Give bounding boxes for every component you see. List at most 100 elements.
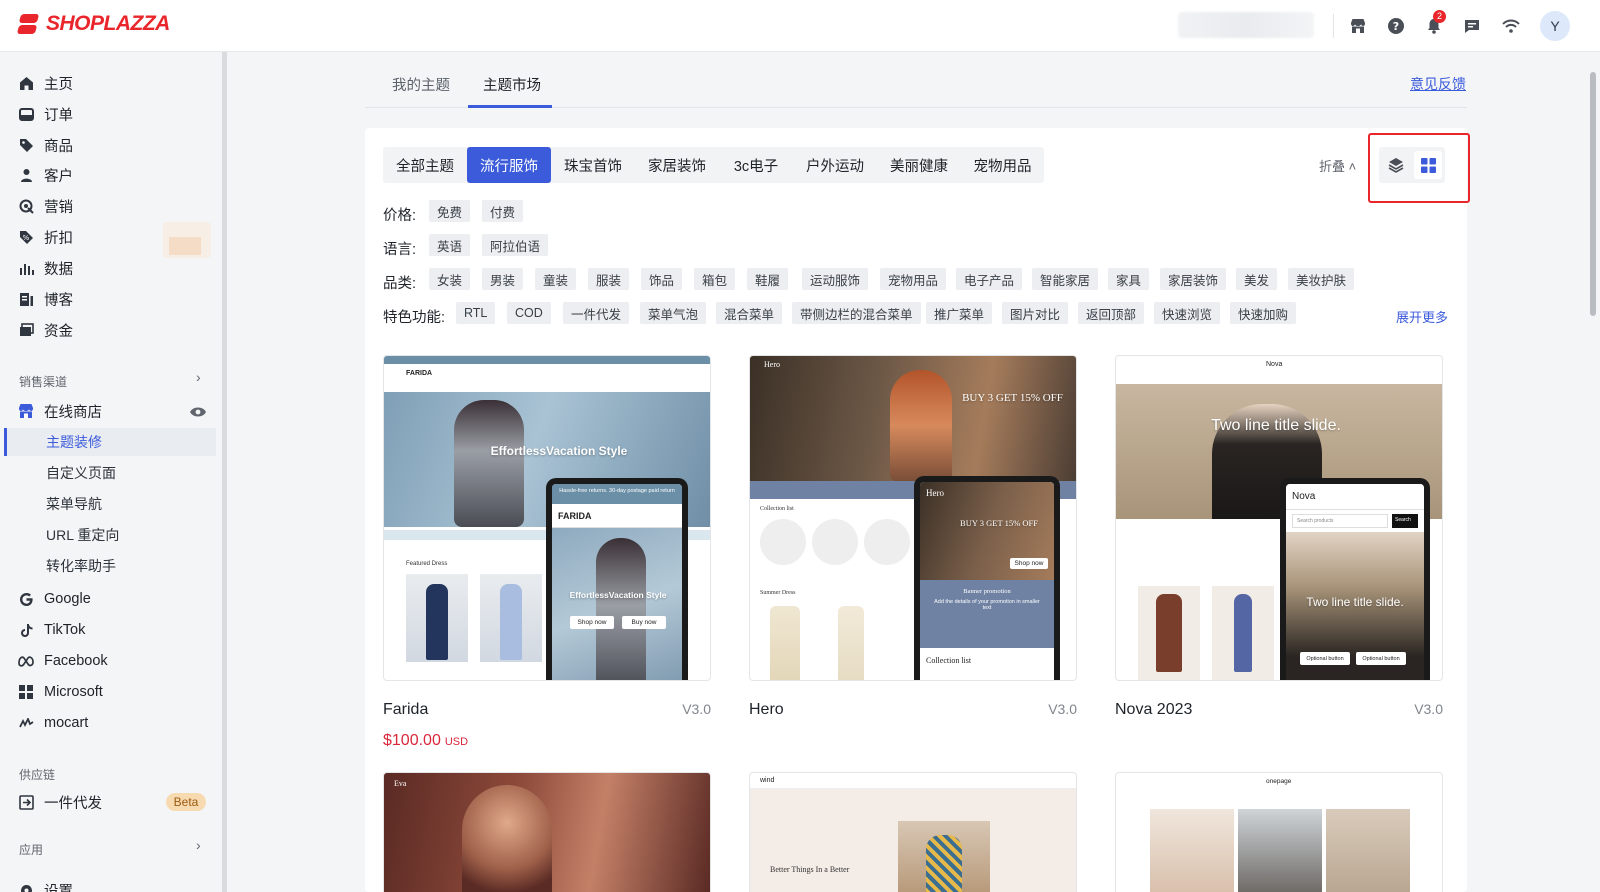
store-selector[interactable]: [1178, 12, 1314, 38]
filter-chip[interactable]: 快速加购: [1230, 302, 1297, 324]
sidebar-item-orders[interactable]: 订单: [18, 100, 73, 128]
sidebar-subitem-custom-pages[interactable]: 自定义页面: [46, 459, 116, 487]
avatar[interactable]: Y: [1540, 11, 1570, 41]
eye-icon[interactable]: [190, 405, 206, 421]
category-fashion[interactable]: 流行服饰: [467, 147, 551, 183]
filter-chip[interactable]: 饰品: [641, 268, 683, 290]
theme-card-onepage[interactable]: onepage: [1115, 772, 1443, 892]
sidebar-item-home[interactable]: 主页: [18, 69, 73, 97]
shoplazza-logo[interactable]: SHOPLAZZA: [18, 12, 170, 36]
theme-card-nova[interactable]: Nova Two line title slide. Nova Search p…: [1115, 355, 1443, 735]
filter-chip[interactable]: 返回顶部: [1078, 302, 1145, 324]
help-icon[interactable]: ?: [1385, 15, 1407, 37]
filter-chip[interactable]: 免费: [429, 200, 471, 222]
theme-preview[interactable]: Nova Two line title slide. Nova Search p…: [1115, 355, 1443, 681]
sidebar-item-blog[interactable]: 博客: [18, 285, 73, 313]
chevron-right-icon[interactable]: ›: [196, 837, 201, 853]
theme-card-farida[interactable]: FARIDA EffortlessVacation Style Featured…: [383, 355, 711, 755]
sidebar-item-discount[interactable]: % 折扣: [18, 223, 73, 251]
sidebar-subitem-menu-nav[interactable]: 菜单导航: [46, 490, 102, 518]
sidebar-subitem-url-redirect[interactable]: URL 重定向: [46, 521, 119, 549]
theme-preview[interactable]: Eva: [383, 772, 711, 892]
page-scrollbar[interactable]: [1590, 72, 1596, 316]
filter-chip[interactable]: 推广菜单: [926, 302, 993, 324]
sidebar-subitem-theme[interactable]: 主题装修: [4, 428, 216, 456]
home-icon: [18, 75, 34, 91]
dress-shape: [426, 584, 448, 660]
filter-chip[interactable]: 阿拉伯语: [482, 234, 549, 256]
filter-chip[interactable]: 美妆护肤: [1288, 268, 1355, 290]
filter-chip[interactable]: 英语: [429, 234, 471, 256]
sidebar-item-settings[interactable]: 设置: [18, 876, 73, 892]
tab-theme-market[interactable]: 主题市场: [483, 74, 541, 95]
theme-name[interactable]: Hero: [749, 701, 784, 719]
sidebar-item-customers[interactable]: 客户: [18, 161, 73, 189]
sidebar-item-label: 主页: [44, 76, 73, 93]
sidebar-item-dropship[interactable]: 一件代发: [18, 788, 102, 816]
filter-chip[interactable]: 家具: [1108, 268, 1150, 290]
filter-chip[interactable]: 电子产品: [956, 268, 1023, 290]
grid-view-button[interactable]: [1414, 151, 1442, 179]
sidebar-item-analytics[interactable]: 数据: [18, 254, 73, 282]
theme-preview[interactable]: FARIDA EffortlessVacation Style Featured…: [383, 355, 711, 681]
wifi-icon[interactable]: [1500, 15, 1522, 37]
sidebar-item-online-store[interactable]: 在线商店: [18, 397, 102, 425]
filter-chip[interactable]: 快速浏览: [1154, 302, 1221, 324]
chat-icon[interactable]: [1461, 15, 1483, 37]
sidebar-item-mocart[interactable]: mocart: [18, 709, 88, 737]
fold-toggle[interactable]: 折叠 ˄: [1319, 156, 1356, 175]
tab-my-themes[interactable]: 我的主题: [392, 74, 450, 95]
chevron-right-icon[interactable]: ›: [196, 369, 201, 385]
sidebar-subitem-conversion[interactable]: 转化率助手: [46, 552, 116, 580]
filter-chip[interactable]: 宠物用品: [880, 268, 947, 290]
filter-chip[interactable]: 箱包: [694, 268, 736, 290]
theme-preview[interactable]: onepage: [1115, 772, 1443, 892]
filter-chip[interactable]: 图片对比: [1002, 302, 1069, 324]
mobile-brand: Nova: [1292, 491, 1316, 502]
theme-name[interactable]: Nova 2023: [1115, 701, 1192, 719]
category-home-decor[interactable]: 家居装饰: [635, 147, 719, 183]
sidebar-item-microsoft[interactable]: Microsoft: [18, 678, 103, 706]
filter-chip[interactable]: 运动服饰: [802, 268, 869, 290]
feedback-link[interactable]: 意见反馈: [1410, 74, 1466, 94]
category-3c[interactable]: 3c电子: [719, 147, 793, 183]
sidebar-scrollbar[interactable]: [222, 52, 227, 892]
filter-chip[interactable]: 一件代发: [563, 302, 630, 324]
theme-preview[interactable]: Hero BUY 3 GET 15% OFF Collection list S…: [749, 355, 1077, 681]
filter-chip[interactable]: 带侧边栏的混合菜单: [792, 302, 921, 324]
category-beauty[interactable]: 美丽健康: [877, 147, 961, 183]
filter-chip[interactable]: 鞋履: [747, 268, 789, 290]
sidebar-item-marketing[interactable]: 营销: [18, 192, 73, 220]
theme-card-eva[interactable]: Eva: [383, 772, 711, 892]
filter-chip[interactable]: 智能家居: [1032, 268, 1099, 290]
sidebar-item-google[interactable]: Google: [18, 585, 91, 613]
theme-card-hero[interactable]: Hero BUY 3 GET 15% OFF Collection list S…: [749, 355, 1077, 735]
filter-chip[interactable]: 美发: [1236, 268, 1278, 290]
theme-preview[interactable]: wind Better Things In a Better: [749, 772, 1077, 892]
sidebar-item-tiktok[interactable]: TikTok: [18, 616, 85, 644]
sidebar-item-finance[interactable]: 资金: [18, 316, 73, 344]
store-icon[interactable]: [1347, 15, 1369, 37]
filter-chip[interactable]: RTL: [456, 302, 496, 324]
wallet-icon: [18, 322, 34, 338]
filter-chip[interactable]: COD: [507, 302, 551, 324]
expand-more-link[interactable]: 展开更多: [1396, 307, 1448, 326]
filter-chip[interactable]: 服装: [588, 268, 630, 290]
category-jewelry[interactable]: 珠宝首饰: [551, 147, 635, 183]
filter-chip[interactable]: 家居装饰: [1160, 268, 1227, 290]
filter-chip[interactable]: 菜单气泡: [640, 302, 707, 324]
filter-chip[interactable]: 女装: [429, 268, 471, 290]
filter-chip[interactable]: 童装: [535, 268, 577, 290]
filter-chip[interactable]: 付费: [482, 200, 524, 222]
theme-card-wind[interactable]: wind Better Things In a Better: [749, 772, 1077, 892]
category-pet[interactable]: 宠物用品: [961, 147, 1044, 183]
tiktok-icon: [18, 622, 34, 638]
theme-name[interactable]: Farida: [383, 701, 428, 719]
layers-view-button[interactable]: [1382, 151, 1410, 179]
category-all[interactable]: 全部主题: [383, 147, 467, 183]
sidebar-item-products[interactable]: 商品: [18, 131, 73, 159]
sidebar-item-facebook[interactable]: Facebook: [18, 647, 108, 675]
filter-chip[interactable]: 男装: [482, 268, 524, 290]
filter-chip[interactable]: 混合菜单: [716, 302, 783, 324]
category-outdoor[interactable]: 户外运动: [793, 147, 877, 183]
